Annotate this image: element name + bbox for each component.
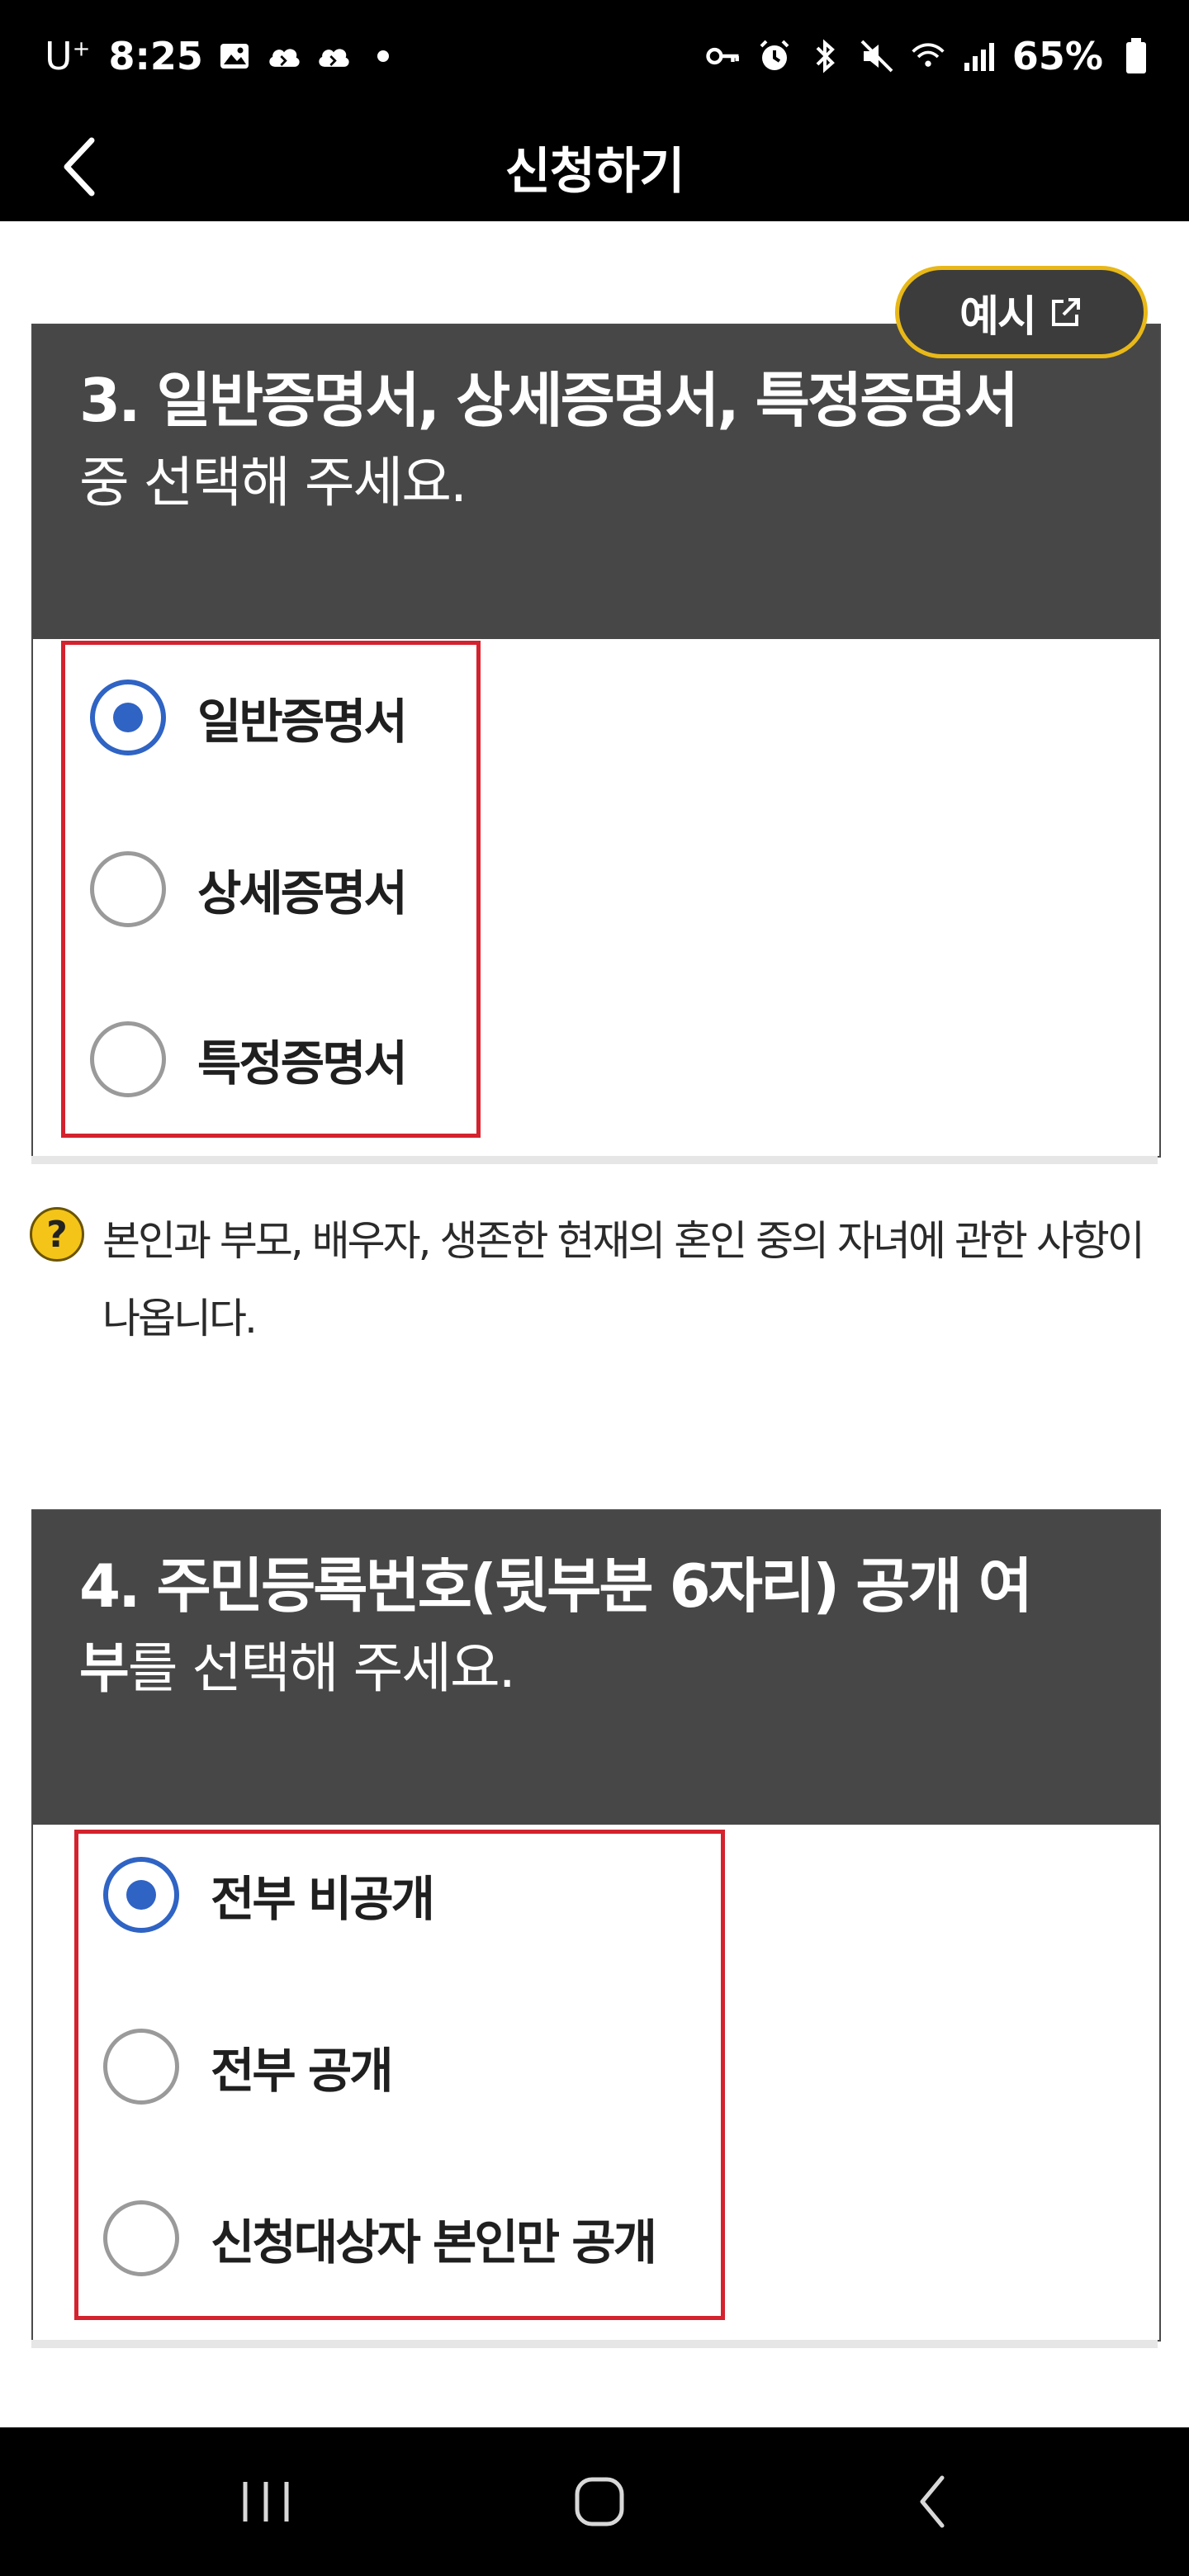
option-label: 전부 비공개 (211, 1871, 435, 1927)
nav-back-button[interactable] (892, 2460, 974, 2543)
battery-percent: 65% (1011, 34, 1103, 78)
question-4-title: 4. 주민등록번호(뒷부분 6자리) 공개 여 (79, 1551, 1033, 1621)
navigation-bar (0, 2427, 1189, 2576)
page-title: 신청하기 (504, 142, 685, 201)
app-header: 신청하기 (0, 112, 1189, 221)
question-4-card: 4. 주민등록번호(뒷부분 6자리) 공개 여 부를 선택해 주세요. 전부 비… (31, 1509, 1161, 2342)
mute-icon (859, 38, 895, 74)
question-4-subtitle-rest: 를 선택해 주세요. (127, 1636, 516, 1700)
home-icon (575, 2477, 624, 2526)
example-label: 예시 (959, 291, 1037, 342)
radio-option-all-public[interactable]: 전부 공개 (103, 2025, 394, 2108)
recent-apps-button[interactable] (225, 2460, 307, 2543)
option-label: 일반증명서 (197, 694, 408, 750)
option-label: 신청대상자 본인만 공개 (211, 2214, 657, 2271)
battery-icon (1118, 38, 1154, 74)
question-3-title: 3. 일반증명서, 상세증명서, 특정증명서 (79, 366, 1019, 435)
radio-option-detailed[interactable]: 상세증명서 (90, 848, 408, 930)
status-bar: U+ 8:25 65% (0, 0, 1189, 112)
option-label: 특정증명서 (197, 1035, 408, 1091)
card-shadow (31, 2340, 1158, 2348)
radio-option-general[interactable]: 일반증명서 (90, 676, 408, 759)
wifi-icon (910, 38, 946, 74)
question-4-subtitle-bold: 부 (79, 1636, 130, 1700)
radio-button-checked[interactable] (103, 1857, 179, 1933)
recent-apps-icon (243, 2482, 289, 2522)
question-3-card: 3. 일반증명서, 상세증명서, 특정증명서 중 선택해 주세요. 일반증명서 … (31, 324, 1161, 1158)
radio-button[interactable] (90, 851, 166, 927)
question-4-header: 4. 주민등록번호(뒷부분 6자리) 공개 여 부를 선택해 주세요. (33, 1511, 1159, 1825)
question-4-subtitle: 부를 선택해 주세요. (79, 1623, 1113, 1714)
back-icon (920, 2475, 945, 2528)
carrier-label: U+ (45, 34, 91, 78)
radio-button[interactable] (90, 1021, 166, 1097)
clock: 8:25 (108, 34, 203, 78)
help-text: 본인과 부모, 배우자, 생존한 현재의 혼인 중의 자녀에 관한 사항이 나옵… (102, 1217, 1145, 1342)
home-button[interactable] (558, 2460, 641, 2543)
status-left: U+ 8:25 (45, 30, 401, 83)
bluetooth-icon (808, 38, 844, 74)
radio-option-specific[interactable]: 특정증명서 (90, 1018, 408, 1101)
option-label: 상세증명서 (197, 865, 408, 921)
chevron-left-icon (64, 137, 95, 197)
option-label: 전부 공개 (211, 2043, 394, 2099)
external-link-icon (1051, 298, 1080, 326)
radio-button[interactable] (103, 2200, 179, 2276)
radio-option-all-private[interactable]: 전부 비공개 (103, 1854, 435, 1936)
key-icon (705, 38, 741, 74)
signal-icon (961, 38, 997, 74)
example-button[interactable]: 예시 (895, 266, 1148, 358)
cloud-icon (266, 38, 302, 74)
alarm-icon (756, 38, 793, 74)
radio-button-checked[interactable] (90, 680, 166, 755)
status-right: 65% (705, 30, 1154, 83)
question-icon: ? (30, 1207, 84, 1262)
cloud-icon (315, 38, 352, 74)
options-highlight-box: 일반증명서 상세증명서 특정증명서 (61, 641, 481, 1138)
question-3-subtitle: 중 선택해 주세요. (79, 451, 467, 514)
back-button[interactable] (46, 134, 112, 200)
card-shadow (31, 1156, 1158, 1164)
notification-dot-icon (365, 38, 401, 74)
options-highlight-box: 전부 비공개 전부 공개 신청대상자 본인만 공개 (74, 1830, 725, 2320)
radio-option-self-only[interactable]: 신청대상자 본인만 공개 (103, 2197, 657, 2280)
gallery-icon (216, 38, 253, 74)
question-3-header: 3. 일반증명서, 상세증명서, 특정증명서 중 선택해 주세요. (33, 325, 1159, 639)
radio-button[interactable] (103, 2029, 179, 2105)
